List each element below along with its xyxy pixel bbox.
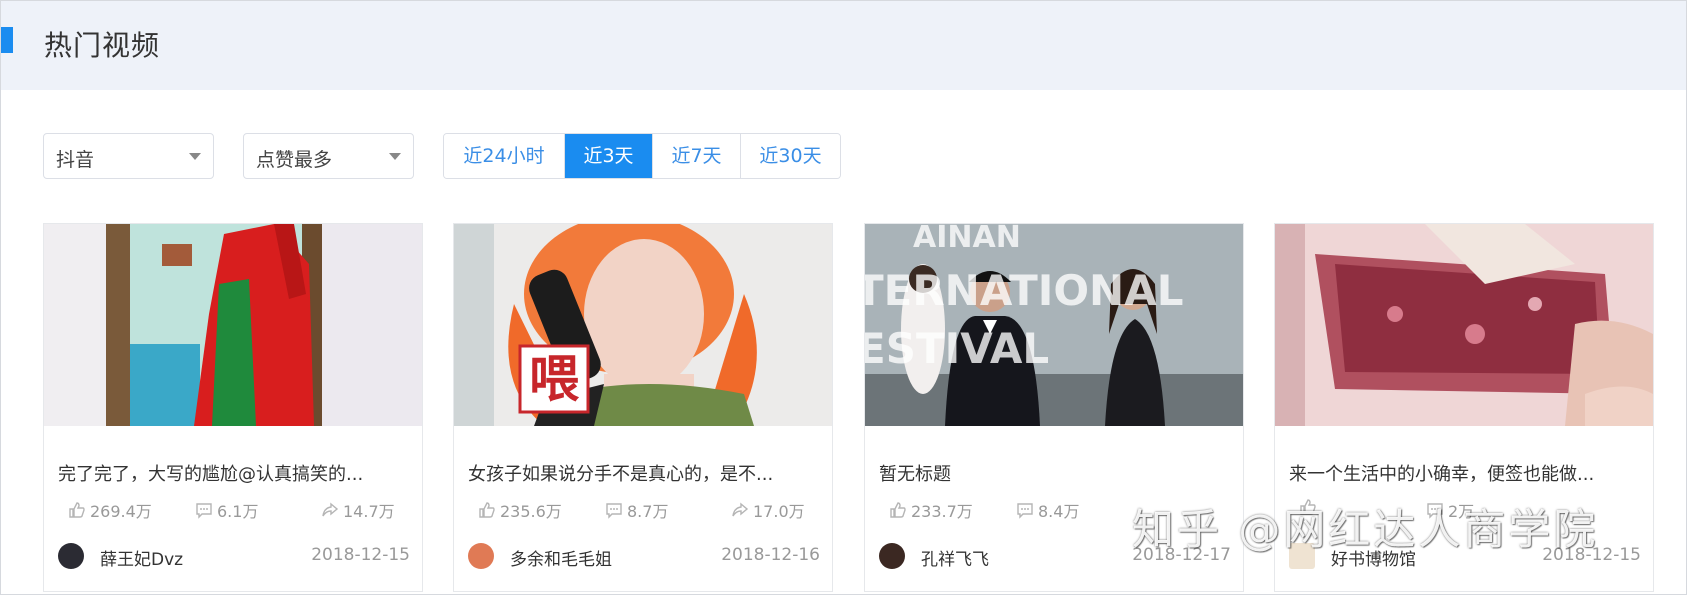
video-card[interactable]: 喂 女孩子如果说分手不是真心的，是不... 235.6万 8.7万 17.0万 … [453, 223, 833, 592]
avatar[interactable] [468, 543, 494, 569]
video-thumbnail[interactable] [1275, 224, 1653, 426]
chevron-down-icon [389, 153, 401, 160]
video-thumbnail[interactable]: 喂 [454, 224, 832, 426]
author-name[interactable]: 孔祥飞飞 [921, 545, 989, 570]
comment-icon [606, 503, 622, 519]
share-count: 14.7万 [343, 502, 395, 521]
share-icon [732, 502, 749, 517]
like-stat: 269.4万 [68, 498, 152, 522]
comment-count: 8.4万 [1038, 502, 1080, 521]
video-title[interactable]: 暂无标题 [879, 460, 951, 486]
platform-select[interactable]: 抖音 [43, 133, 214, 179]
video-stats: 269.4万 6.1万 14.7万 [68, 498, 408, 524]
share-stat: 17.0万 [731, 498, 805, 522]
range-30d-button[interactable]: 近30天 [741, 134, 840, 178]
like-count: 233.7万 [911, 502, 973, 521]
author-row: 薛王妃Dvz 2018-12-15 [58, 541, 410, 571]
share-icon [322, 502, 339, 517]
video-thumbnail[interactable] [44, 224, 422, 426]
like-count: 235.6万 [500, 502, 562, 521]
range-24h-button[interactable]: 近24小时 [444, 134, 565, 178]
thumbs-up-icon [479, 502, 495, 518]
comment-stat: 6.1万 [195, 498, 258, 522]
share-count: 17.0万 [753, 502, 805, 521]
comment-icon [1017, 503, 1033, 519]
thumbs-up-icon [69, 502, 85, 518]
like-count: 269.4万 [90, 502, 152, 521]
video-title[interactable]: 完了完了，大写的尴尬@认真搞笑的... [58, 460, 363, 486]
video-stats: 235.6万 8.7万 17.0万 [478, 498, 818, 524]
range-3d-button[interactable]: 近3天 [565, 134, 653, 178]
video-thumbnail[interactable]: AINAN TERNATIONAL ESTIVAL [865, 224, 1243, 426]
author-name[interactable]: 薛王妃Dvz [100, 545, 183, 570]
chevron-down-icon [189, 153, 201, 160]
comment-stat: 8.4万 [1016, 498, 1079, 522]
author-row: 多余和毛毛姐 2018-12-16 [468, 541, 820, 571]
like-stat: 233.7万 [889, 498, 973, 522]
author-name[interactable]: 多余和毛毛姐 [510, 545, 612, 570]
sort-select-value: 点赞最多 [256, 149, 333, 171]
comment-count: 6.1万 [217, 502, 259, 521]
publish-date: 2018-12-15 [311, 545, 410, 565]
section-header: 热门视频 [1, 1, 1686, 90]
range-7d-button[interactable]: 近7天 [653, 134, 741, 178]
video-overlay-text: 喂 [529, 350, 579, 408]
header-accent-bar [1, 27, 13, 53]
thumbs-up-icon [890, 502, 906, 518]
avatar[interactable] [879, 543, 905, 569]
comment-stat: 8.7万 [605, 498, 668, 522]
avatar[interactable] [58, 543, 84, 569]
like-stat: 235.6万 [478, 498, 562, 522]
share-stat: 14.7万 [321, 498, 395, 522]
backdrop-text: AINAN TERNATIONAL ESTIVAL [865, 224, 1184, 373]
watermark-text: 知乎 @网红达人商学院 [1132, 505, 1599, 554]
platform-select-value: 抖音 [56, 149, 95, 171]
comment-icon [196, 503, 212, 519]
publish-date: 2018-12-16 [721, 545, 820, 565]
time-range-group: 近24小时 近3天 近7天 近30天 [443, 133, 841, 179]
page-title: 热门视频 [44, 29, 161, 62]
video-title[interactable]: 女孩子如果说分手不是真心的，是不... [468, 460, 773, 486]
video-title[interactable]: 来一个生活中的小确幸，便签也能做... [1289, 460, 1594, 486]
comment-count: 8.7万 [627, 502, 669, 521]
video-card[interactable]: 完了完了，大写的尴尬@认真搞笑的... 269.4万 6.1万 14.7万 薛王… [43, 223, 423, 592]
sort-select[interactable]: 点赞最多 [243, 133, 414, 179]
